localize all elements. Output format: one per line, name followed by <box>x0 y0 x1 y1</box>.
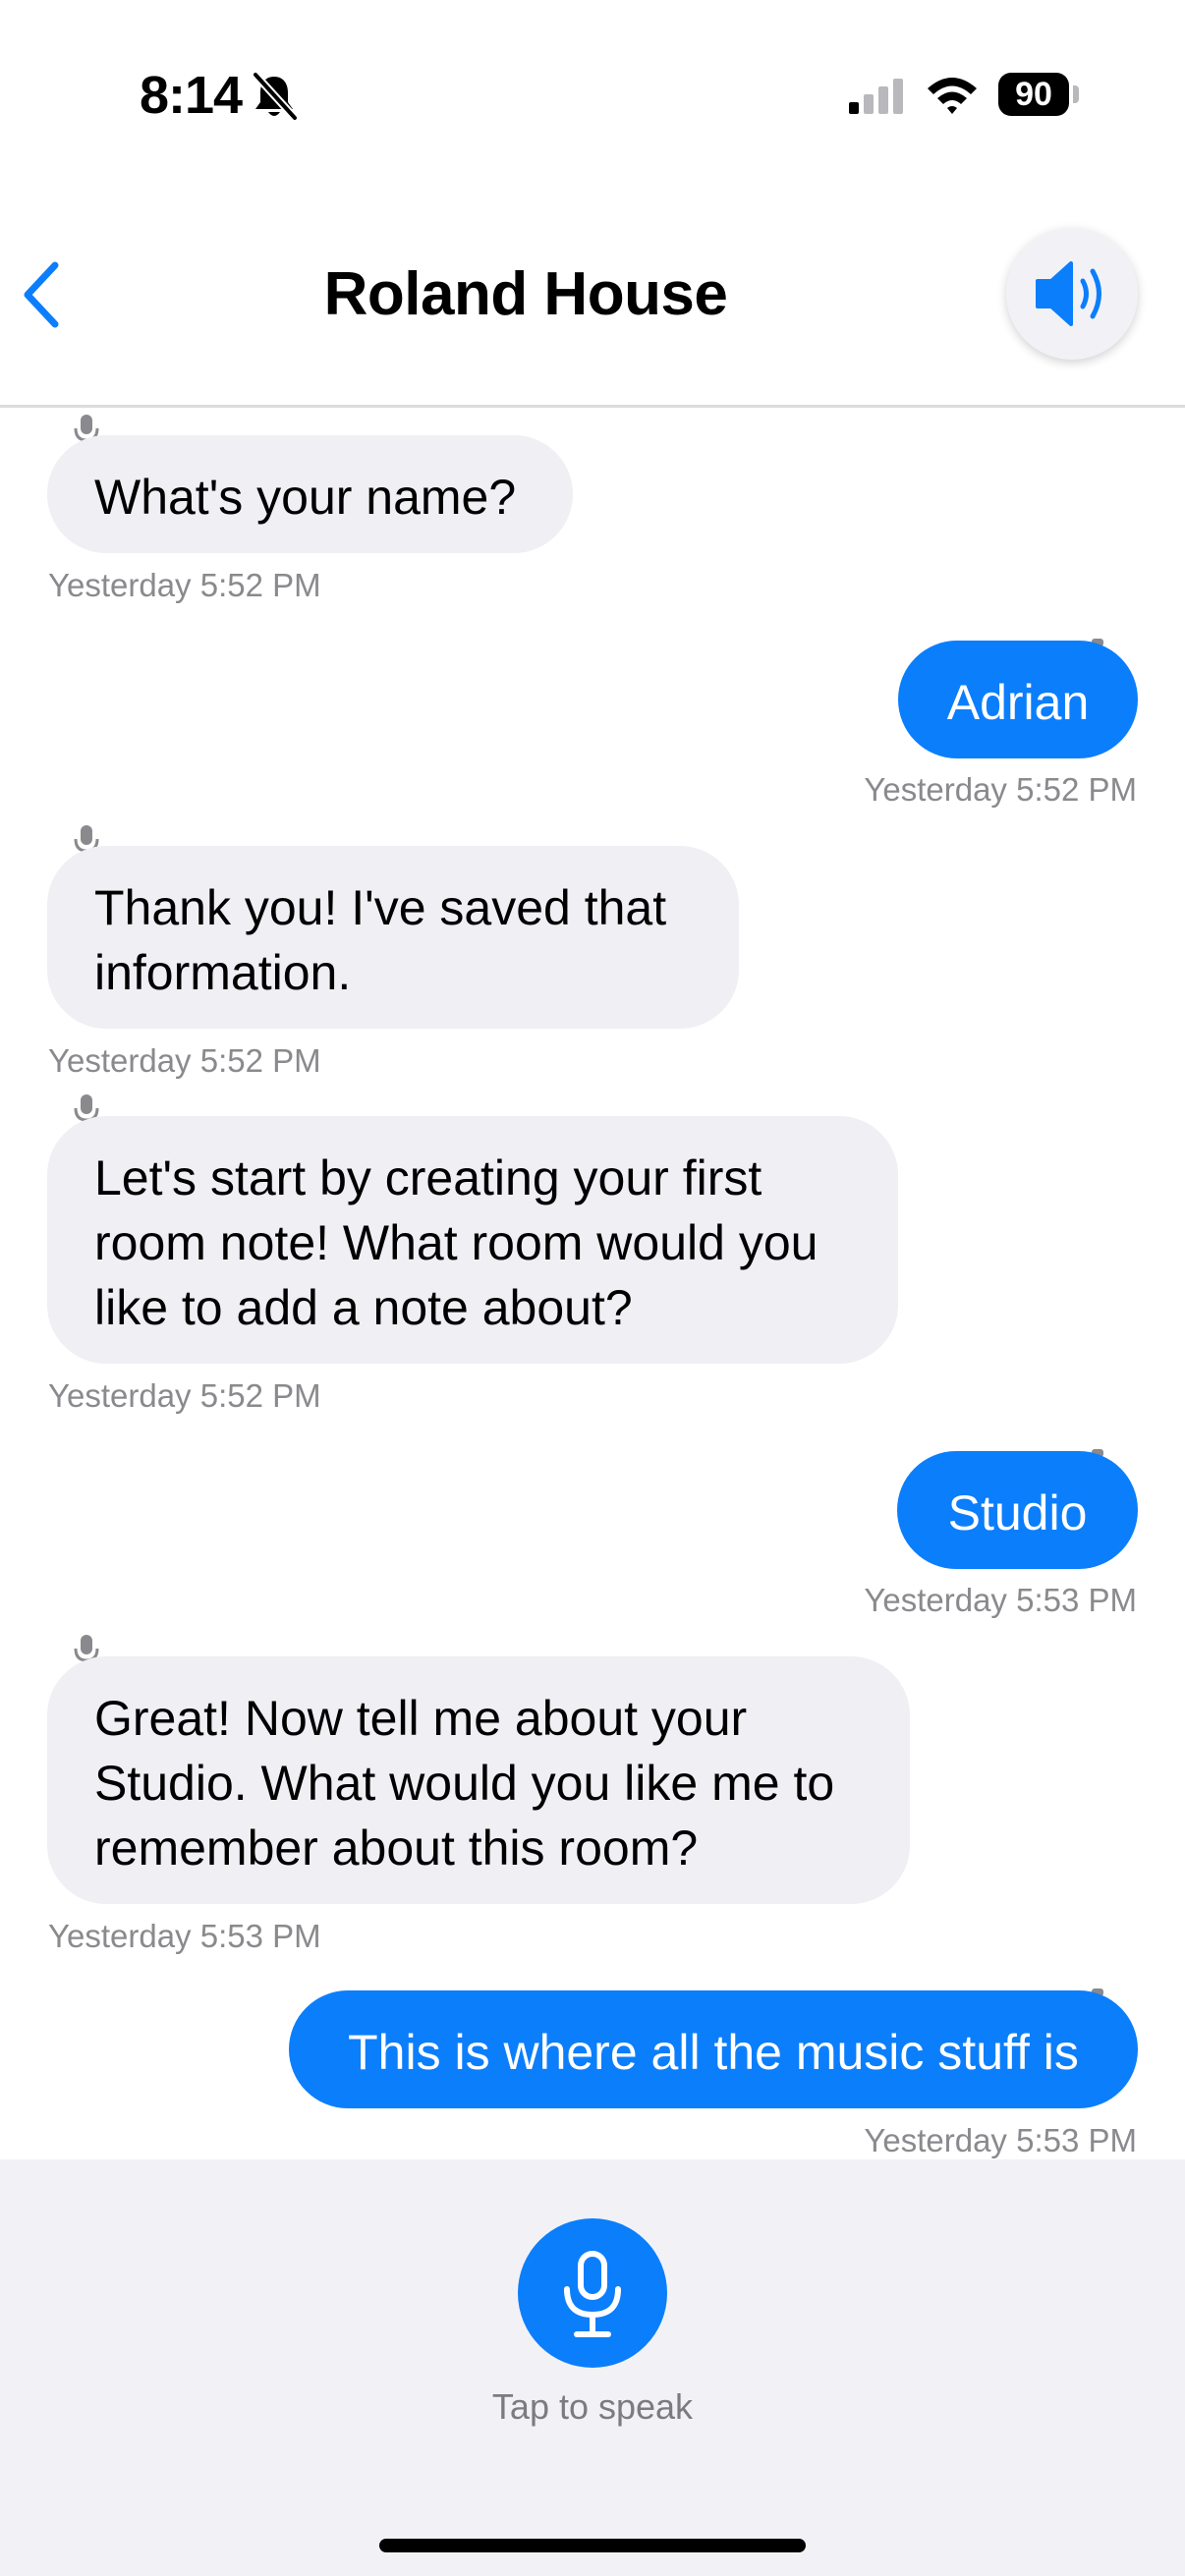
bell-muted-icon <box>253 72 298 121</box>
outgoing-message-bubble: Studio <box>897 1451 1138 1569</box>
home-indicator[interactable] <box>379 2539 806 2552</box>
message-timestamp: Yesterday 5:53 PM <box>864 2122 1137 2158</box>
tap-to-speak-button[interactable] <box>518 2218 667 2368</box>
status-time: 8:14 <box>140 66 243 125</box>
outgoing-message-bubble: This is where all the music stuff is <box>289 1990 1138 2108</box>
message-timestamp: Yesterday 5:52 PM <box>48 1377 321 1414</box>
chat-screen: 8:14 90 Roland House What's your name? Y… <box>0 0 1185 2576</box>
incoming-message-bubble: Let's start by creating your first room … <box>47 1116 898 1364</box>
speaker-icon <box>1036 261 1101 326</box>
header-divider <box>0 405 1185 408</box>
message-timestamp: Yesterday 5:52 PM <box>864 771 1137 808</box>
message-row: Adrian <box>898 641 1138 758</box>
message-timestamp: Yesterday 5:53 PM <box>864 1582 1137 1618</box>
battery-indicator: 90 <box>998 73 1069 116</box>
incoming-message-bubble: Thank you! I've saved that information. <box>47 846 739 1029</box>
message-timestamp: Yesterday 5:52 PM <box>48 567 321 603</box>
speaker-toggle-button[interactable] <box>1006 228 1138 360</box>
battery-cap <box>1073 85 1079 103</box>
message-row: What's your name? <box>47 435 573 553</box>
tap-to-speak-label: Tap to speak <box>491 2386 694 2427</box>
message-timestamp: Yesterday 5:53 PM <box>48 1918 321 1954</box>
message-row: Thank you! I've saved that information. <box>47 846 739 1029</box>
message-row: Studio <box>897 1451 1138 1569</box>
chevron-left-icon <box>24 261 59 328</box>
outgoing-message-bubble: Adrian <box>898 641 1138 758</box>
incoming-message-bubble: Great! Now tell me about your Studio. Wh… <box>47 1656 910 1904</box>
microphone-icon <box>564 2251 621 2337</box>
cellular-signal-icon <box>849 79 903 114</box>
message-row: Let's start by creating your first room … <box>47 1116 898 1364</box>
message-row: Great! Now tell me about your Studio. Wh… <box>47 1656 910 1904</box>
incoming-message-bubble: What's your name? <box>47 435 573 553</box>
page-title: Roland House <box>323 260 728 328</box>
message-row: This is where all the music stuff is <box>289 1990 1138 2108</box>
wifi-icon <box>928 78 977 114</box>
message-timestamp: Yesterday 5:52 PM <box>48 1042 321 1079</box>
back-button[interactable] <box>14 257 67 332</box>
